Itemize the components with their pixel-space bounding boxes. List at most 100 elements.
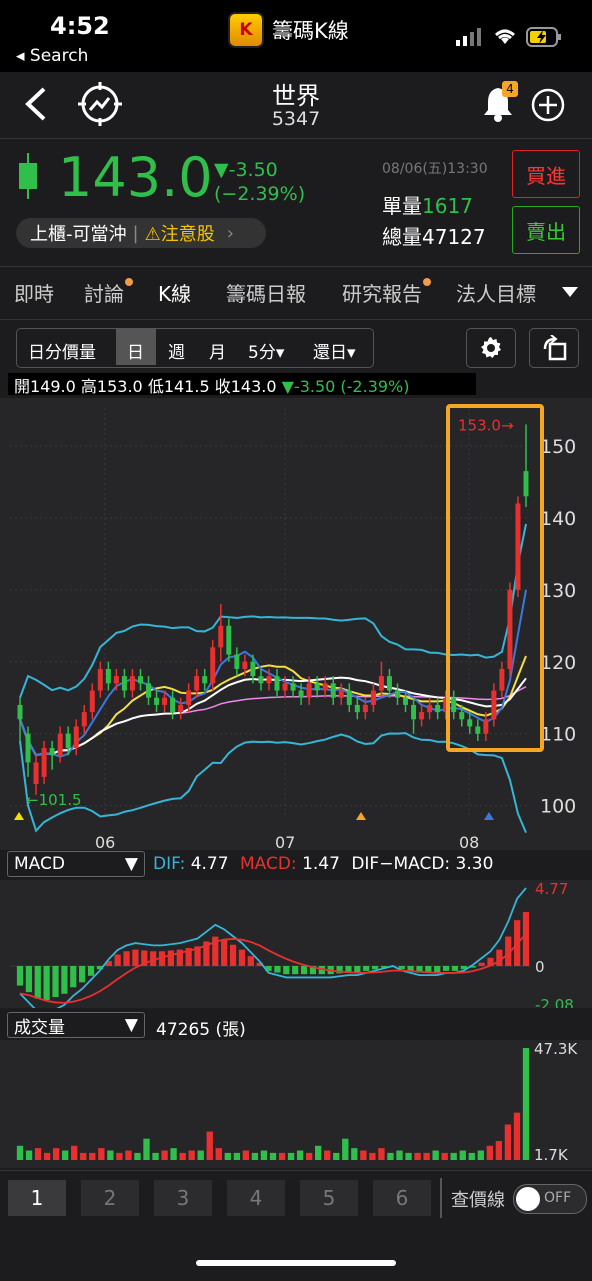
tab-kline[interactable]: K線 [158,278,191,307]
volume-bar [161,1150,168,1160]
low-price-label: ←101.5 [26,791,82,809]
high-price-label: 153.0→ [458,416,514,434]
period-tick-volume[interactable]: 日分價量 [28,338,96,363]
candle-body [210,647,216,684]
volume-bar [504,1124,512,1160]
tab-realtime[interactable]: 即時 [14,278,54,307]
candle-body [403,697,409,705]
volume-bar [369,1152,376,1160]
buy-button[interactable]: 買進 [512,150,580,198]
divider [440,1178,442,1218]
chart-bg [0,880,592,1008]
tab-research[interactable]: 研究報告 [342,278,431,307]
price-line-toggle[interactable]: OFF [513,1184,587,1214]
wifi-icon [492,26,518,50]
volume-bar [89,1152,96,1160]
candle-body [25,733,31,763]
volume-bar [80,1152,87,1160]
candle-body [322,683,328,691]
stock-status-badge[interactable]: 上櫃-可當沖 | ⚠注意股 › [16,218,266,248]
tab-chip-report[interactable]: 籌碼日報 [226,278,306,307]
back-to-search-link[interactable]: ◂ Search [16,46,88,66]
volume-bar [143,1138,150,1160]
app-title-text: 籌碼K線 [272,19,349,43]
period-week[interactable]: 週 [168,338,185,363]
sell-button[interactable]: 賣出 [512,206,580,254]
gear-icon[interactable] [466,328,516,368]
rotate-screen-icon[interactable] [529,328,579,368]
indicator-select-macd[interactable]: MACD ▼ [7,851,145,877]
volume-bar [179,1152,186,1160]
total-volume: 總量47127 [382,221,486,250]
volume-bar [296,1150,304,1160]
volume-bar [269,1152,277,1160]
chevron-right-icon: › [226,222,234,244]
y-tick-label: 140 [540,508,576,530]
volume-bar [513,1112,521,1160]
layout-page-6[interactable]: 6 [373,1180,431,1216]
candle-body [89,690,95,713]
macd-histogram-bar [247,956,254,966]
candle-body [17,704,23,720]
indicator-select-volume[interactable]: 成交量 ▼ [7,1012,145,1038]
candle-body [475,726,481,734]
volume-bar [450,1152,457,1160]
candle-body [354,704,360,713]
volume-bar [305,1152,313,1160]
y-tick-label: 110 [540,724,576,746]
candlestick [515,496,521,598]
candle-body [370,690,376,705]
macd-chart[interactable]: 4.77 0 -2.08 [0,880,592,1008]
volume-bar [170,1148,177,1160]
volume-bar [242,1150,250,1160]
app-logo-icon: K [228,12,264,48]
candle-body [105,668,111,684]
candle-body [226,625,232,655]
candle-body [378,676,384,691]
quote-datetime: 08/06(五)13:30 [382,161,488,177]
volume-bar [387,1152,394,1160]
volume-chart[interactable]: 47.3K 1.7K [0,1040,592,1168]
volume-bar [107,1150,114,1160]
add-icon[interactable] [530,87,566,127]
volume-bar [378,1148,385,1160]
candle-body [419,712,425,720]
layout-page-3[interactable]: 3 [154,1180,212,1216]
layout-page-1[interactable]: 1 [8,1180,66,1216]
candle-body [346,690,352,705]
price-line-label: 查價線 [451,1190,505,1211]
candle-body [33,762,39,785]
period-month[interactable]: 月 [209,338,226,363]
chevron-down-icon: ▼ [124,854,138,874]
adjust-dividend-select[interactable]: 還日▾ [313,338,356,363]
layout-page-5[interactable]: 5 [300,1180,358,1216]
candle-body [290,683,296,691]
price-chart[interactable]: 150 140 130 120 110 100 06 07 08 153.0→ ←101.5 [0,398,592,850]
macd-zero-label: 0 [535,958,545,976]
period-5min[interactable]: 5分▾ [248,338,284,363]
macd-histogram-bar [292,965,299,975]
layout-page-2[interactable]: 2 [81,1180,139,1216]
candle-body [154,697,160,705]
volume-bar [495,1141,503,1160]
candle-body [57,733,63,756]
total-volume-value: 47127 [422,225,486,249]
last-price: 143.0 [58,146,213,209]
volume-bar [134,1152,141,1160]
macd-histogram-bar [70,965,77,988]
candle-body [451,697,457,713]
macd-histogram-bar [61,965,68,994]
home-indicator [196,1260,396,1266]
tabs-dropdown-icon[interactable] [548,267,592,317]
candle-body [65,733,71,749]
layout-page-4[interactable]: 4 [227,1180,285,1216]
ohlc-low: 低141.5 [147,377,210,396]
period-day[interactable]: 日 [127,338,144,363]
macd-histogram-bar [87,965,95,976]
candle-body [162,697,168,705]
candle-body [330,683,336,698]
tab-discussion[interactable]: 討論 [84,278,133,307]
macd-histogram-bar [363,965,370,971]
tab-target-price[interactable]: 法人目標 [456,278,544,307]
volume-bar [71,1145,78,1160]
